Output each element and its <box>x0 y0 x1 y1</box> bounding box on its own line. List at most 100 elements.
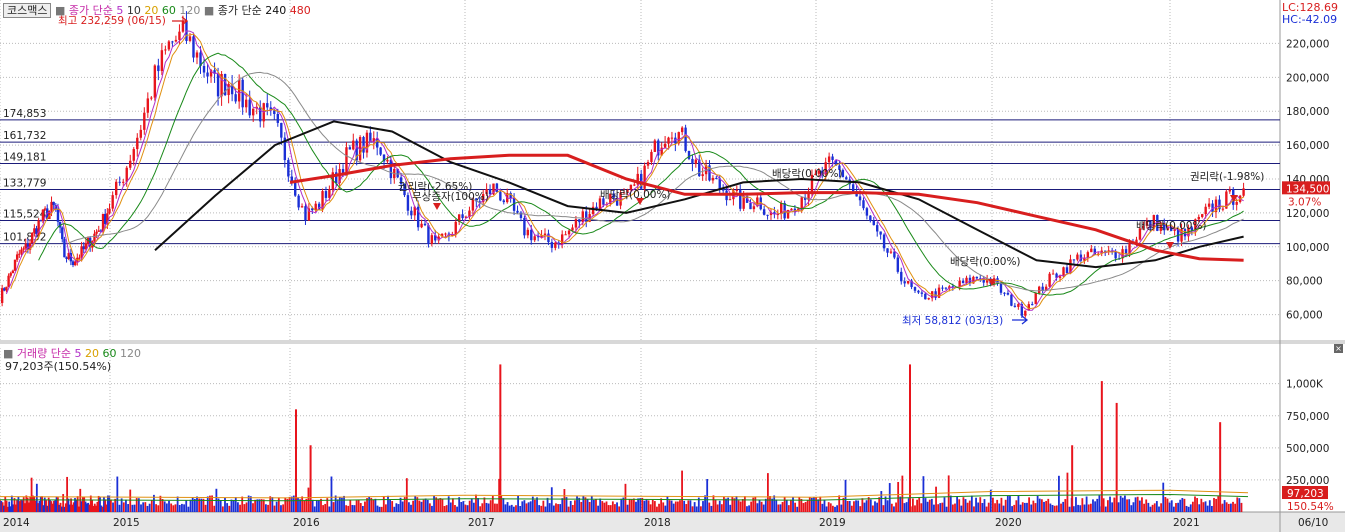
volume-bar <box>1221 503 1224 512</box>
level-label: 133,779 <box>3 178 46 190</box>
volume-bar <box>1202 502 1205 512</box>
event-annotation: 배당락(0.00%) <box>950 256 1021 268</box>
x-tick-label: 2019 <box>819 517 846 529</box>
volume-bar <box>595 499 597 512</box>
volume-bar <box>174 504 177 512</box>
volume-bar <box>464 504 467 512</box>
volume-bar <box>983 499 986 512</box>
volume-bar <box>129 489 132 512</box>
current-change-label: 3.07% <box>1288 196 1321 208</box>
volume-bar <box>743 496 746 512</box>
price-volume-chart[interactable]: 60,00080,000100,000120,000140,000160,000… <box>0 0 1345 532</box>
volume-bar <box>756 503 759 512</box>
volume-bar <box>706 479 709 512</box>
candle-body <box>924 293 927 300</box>
volume-bar <box>1170 500 1173 512</box>
candle-body <box>20 249 23 254</box>
volume-bar <box>443 506 446 512</box>
volume-bar <box>527 502 530 512</box>
volume-bar <box>395 503 398 512</box>
candle-body <box>1235 201 1238 205</box>
chart-background <box>0 0 1345 532</box>
candle-body <box>701 174 704 177</box>
candle-body <box>961 280 965 284</box>
candle-body <box>454 221 457 235</box>
candle-body <box>585 211 588 222</box>
volume-bar <box>1058 475 1060 512</box>
volume-bar <box>221 506 224 512</box>
volume-bar <box>773 495 776 512</box>
price-tick-label: 220,000 <box>1286 38 1329 50</box>
candle-body <box>206 72 209 77</box>
volume-bar <box>234 497 237 512</box>
volume-bar <box>662 502 665 512</box>
candle-body <box>78 257 81 259</box>
stock-name-box[interactable]: 코스맥스 <box>3 3 52 18</box>
volume-bar <box>1104 506 1107 512</box>
volume-bar <box>878 497 881 512</box>
volume-bar <box>232 499 235 512</box>
volume-bar <box>979 497 982 512</box>
volume-bar <box>1068 506 1071 512</box>
volume-bar <box>183 504 185 512</box>
volume-bar <box>437 499 440 512</box>
volume-bar <box>960 505 963 512</box>
candle-body <box>1006 292 1010 295</box>
candle-body <box>63 239 66 258</box>
candle-body <box>571 227 574 231</box>
volume-bar <box>712 495 715 512</box>
volume-bar <box>574 500 576 512</box>
volume-bar <box>384 504 387 512</box>
event-annotation: 권리락(-1.98%) <box>1190 171 1264 183</box>
candle-body <box>488 189 492 195</box>
volume-bar <box>660 498 663 512</box>
candle-body <box>574 219 578 228</box>
pane-separator[interactable] <box>0 340 1345 344</box>
candle-body <box>1065 267 1069 273</box>
volume-bar <box>1023 502 1026 512</box>
volume-bar <box>1015 500 1018 512</box>
volume-bar <box>112 502 114 512</box>
volume-bar <box>1121 497 1124 512</box>
volume-bar <box>311 499 314 512</box>
volume-bar <box>470 498 473 512</box>
volume-bar <box>1053 505 1056 512</box>
volume-bar <box>821 503 824 512</box>
candle-body <box>526 229 530 236</box>
volume-bar <box>449 502 452 512</box>
volume-bar <box>347 505 350 512</box>
volume-bar <box>679 500 681 512</box>
volume-bar <box>691 506 694 512</box>
candle-body <box>1221 208 1225 210</box>
volume-spike <box>909 364 911 512</box>
candle-body <box>52 201 55 206</box>
volume-bar <box>899 496 902 512</box>
level-label: 115,524 <box>3 208 47 220</box>
volume-bar <box>1143 503 1145 512</box>
price-legend: 코스맥스 ■ 종가 단순 5 10 20 60 120 ■ 종가 단순 240 … <box>3 2 311 18</box>
volume-bar <box>672 503 675 512</box>
volume-bar <box>517 495 519 512</box>
volume-bar <box>653 501 656 512</box>
candle-body <box>420 223 423 228</box>
volume-bar <box>1185 505 1188 512</box>
candle-body <box>0 288 4 303</box>
volume-bar <box>846 500 849 512</box>
volume-bar <box>241 496 244 512</box>
candle-body <box>533 236 536 241</box>
pane-close-icon[interactable]: × <box>1334 344 1343 353</box>
candle-body <box>896 257 900 272</box>
x-tick-label: 2020 <box>995 517 1022 529</box>
candle-body <box>670 137 674 139</box>
candle-body <box>33 228 36 233</box>
candle-body <box>1034 293 1037 305</box>
volume-bar <box>454 505 456 512</box>
candle-body <box>103 213 107 224</box>
volume-bar <box>1019 504 1022 512</box>
volume-bar <box>193 498 196 512</box>
volume-bar <box>1106 500 1109 512</box>
candle-body <box>691 158 694 164</box>
volume-bar <box>1136 496 1139 512</box>
candle-body <box>43 208 47 210</box>
volume-tick-label: 750,000 <box>1286 411 1329 423</box>
